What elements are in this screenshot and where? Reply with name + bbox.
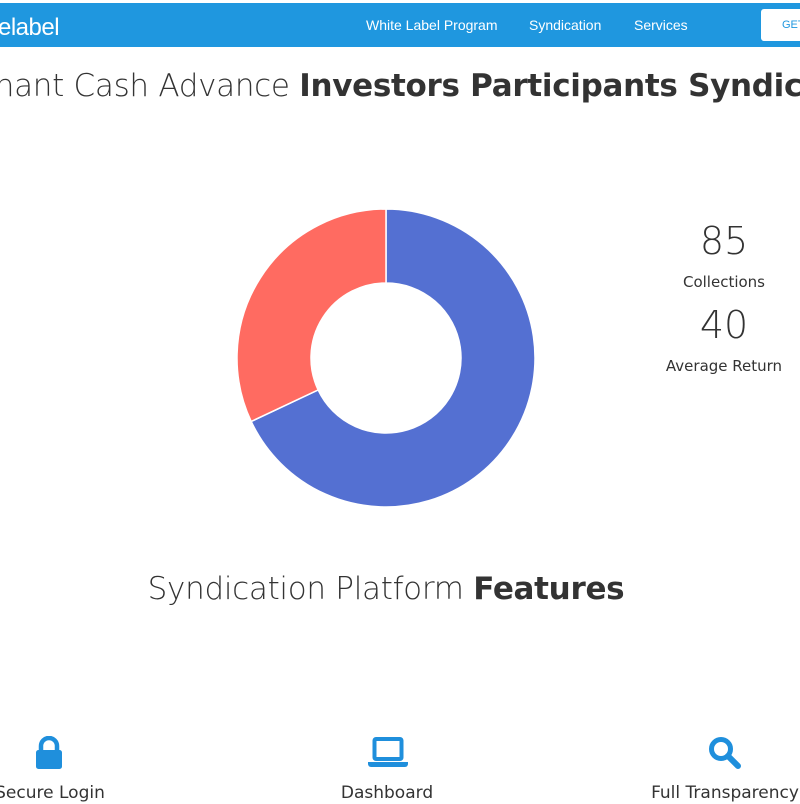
features-title-bold: Features [473,571,625,607]
stat-collections-value: 85 [699,219,749,263]
get-started-button[interactable]: GET [761,9,800,41]
features-title-regular: Syndication Platform [147,571,474,607]
brand-logo[interactable]: elabel [0,15,60,41]
laptop-icon [368,737,408,767]
feature-label-full-transparency: Full Transparency [651,783,799,803]
top-navbar: elabel White Label Program Syndication S… [0,3,800,47]
lock-icon [36,736,62,769]
stat-collections-label: Collections [682,273,765,291]
feature-label-dashboard: Dashboard [340,783,434,803]
nav-link-white-label-program[interactable]: White Label Program [366,17,498,33]
donut-slice-average-return[interactable] [236,208,387,423]
hero-headline: chant Cash Advance Investors Participant… [0,66,800,106]
feature-label-secure-login: Secure Login [0,783,105,803]
nav-link-services[interactable]: Services [634,17,688,33]
features-heading: Syndication Platform Features [0,570,772,608]
donut-chart [236,208,536,508]
stat-average-return-value: 40 [699,303,749,347]
stat-average-return-label: Average Return [665,357,783,375]
headline-regular: chant Cash Advance [0,68,300,104]
headline-bold: Investors Participants Syndicat [299,68,800,104]
nav-link-syndication[interactable]: Syndication [529,17,601,33]
search-icon [709,737,741,769]
